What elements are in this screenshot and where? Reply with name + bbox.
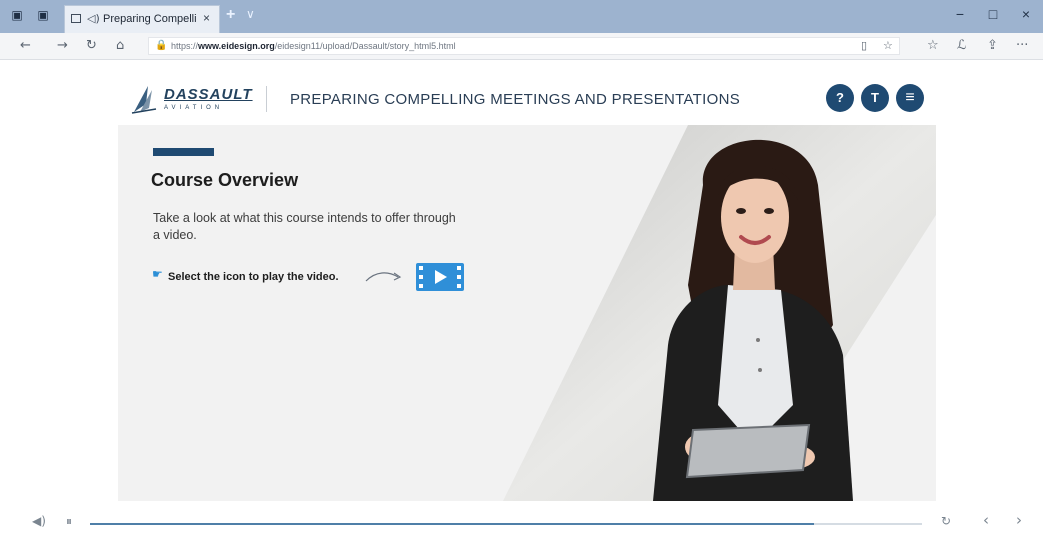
- help-button[interactable]: ?: [826, 84, 854, 112]
- tab-set-aside-icon[interactable]: ▣: [10, 9, 24, 21]
- minimize-button[interactable]: −: [950, 6, 970, 22]
- slide-heading: Course Overview: [151, 170, 299, 190]
- tab-close-icon[interactable]: ×: [203, 11, 210, 25]
- previous-slide-button[interactable]: ‹: [983, 511, 989, 529]
- course-title: PREPARING COMPELLING MEETINGS AND PRESEN…: [290, 91, 741, 108]
- transcript-button[interactable]: T: [861, 84, 889, 112]
- browser-titlebar: ▣ ▣ ◁) Preparing Compelli × + ∨ − □ ×: [0, 0, 1043, 33]
- url-field[interactable]: 🔒 https://www.eidesign.org/eidesign11/up…: [148, 37, 900, 55]
- browser-address-bar: ← → ↻ ⌂ 🔒 https://www.eidesign.org/eides…: [0, 33, 1043, 60]
- logo-subtitle: AVIATION: [164, 105, 224, 111]
- next-slide-button[interactable]: ›: [1016, 511, 1022, 529]
- dassault-aviation-logo: DASSAULT AVIATION: [130, 80, 253, 120]
- seek-bar[interactable]: [90, 523, 922, 525]
- video-play-icon: [419, 266, 461, 288]
- add-favorite-star-icon[interactable]: ☆: [883, 39, 893, 52]
- tabs-preview-icon[interactable]: ▣: [36, 9, 50, 21]
- reading-view-icon[interactable]: ▯: [861, 39, 867, 52]
- pen-notes-icon[interactable]: ℒ: [957, 38, 966, 53]
- play-instruction: Select the icon to play the video.: [168, 271, 339, 283]
- browser-tab-active[interactable]: ◁) Preparing Compelli ×: [64, 5, 220, 33]
- forward-arrow-icon[interactable]: →: [57, 38, 68, 53]
- header-divider: [266, 86, 267, 112]
- replay-icon[interactable]: ↻: [941, 514, 951, 528]
- page-icon: [71, 14, 81, 23]
- url-prefix: https://: [171, 41, 199, 51]
- more-options-icon[interactable]: ···: [1016, 38, 1028, 53]
- hand-pointer-icon: ☛: [152, 267, 163, 281]
- home-icon[interactable]: ⌂: [116, 38, 124, 53]
- slide-description: Take a look at what this course intends …: [153, 211, 456, 242]
- seek-progress: [90, 523, 814, 525]
- menu-button[interactable]: ≡: [896, 84, 924, 112]
- share-icon[interactable]: ⇪: [987, 38, 998, 53]
- video-play-button[interactable]: [416, 263, 464, 291]
- businesswoman-photo: [503, 125, 936, 501]
- new-tab-button[interactable]: +: [226, 6, 235, 24]
- maximize-button[interactable]: □: [983, 6, 1003, 22]
- url-host: www.eidesign.org: [198, 41, 275, 51]
- pause-button[interactable]: ⏸: [66, 514, 72, 529]
- audio-playing-icon[interactable]: ◁): [87, 12, 100, 25]
- close-window-button[interactable]: ×: [1016, 6, 1036, 22]
- tab-title: Preparing Compelli: [103, 13, 197, 25]
- player-controls: ◀) ⏸ ↻ ‹ ›: [0, 508, 1043, 535]
- course-header: DASSAULT AVIATION PREPARING COMPELLING M…: [118, 74, 936, 124]
- favorites-hub-icon[interactable]: ☆: [927, 38, 939, 53]
- refresh-icon[interactable]: ↻: [86, 38, 97, 53]
- url-path: /eidesign11/upload/Dassault/story_html5.…: [274, 41, 456, 51]
- back-arrow-icon[interactable]: ←: [20, 38, 31, 53]
- url-text[interactable]: https://www.eidesign.org/eidesign11/uplo…: [171, 41, 456, 51]
- tab-list-chevron-icon[interactable]: ∨: [246, 7, 255, 21]
- heading-accent-bar: [153, 148, 214, 156]
- logo-wordmark: DASSAULT: [164, 86, 253, 103]
- logo-emblem-icon: [131, 86, 157, 114]
- curved-arrow-icon: [365, 272, 402, 282]
- volume-icon[interactable]: ◀): [32, 514, 46, 528]
- course-slide: Course Overview Take a look at what this…: [118, 125, 936, 501]
- lock-icon: 🔒: [155, 40, 168, 51]
